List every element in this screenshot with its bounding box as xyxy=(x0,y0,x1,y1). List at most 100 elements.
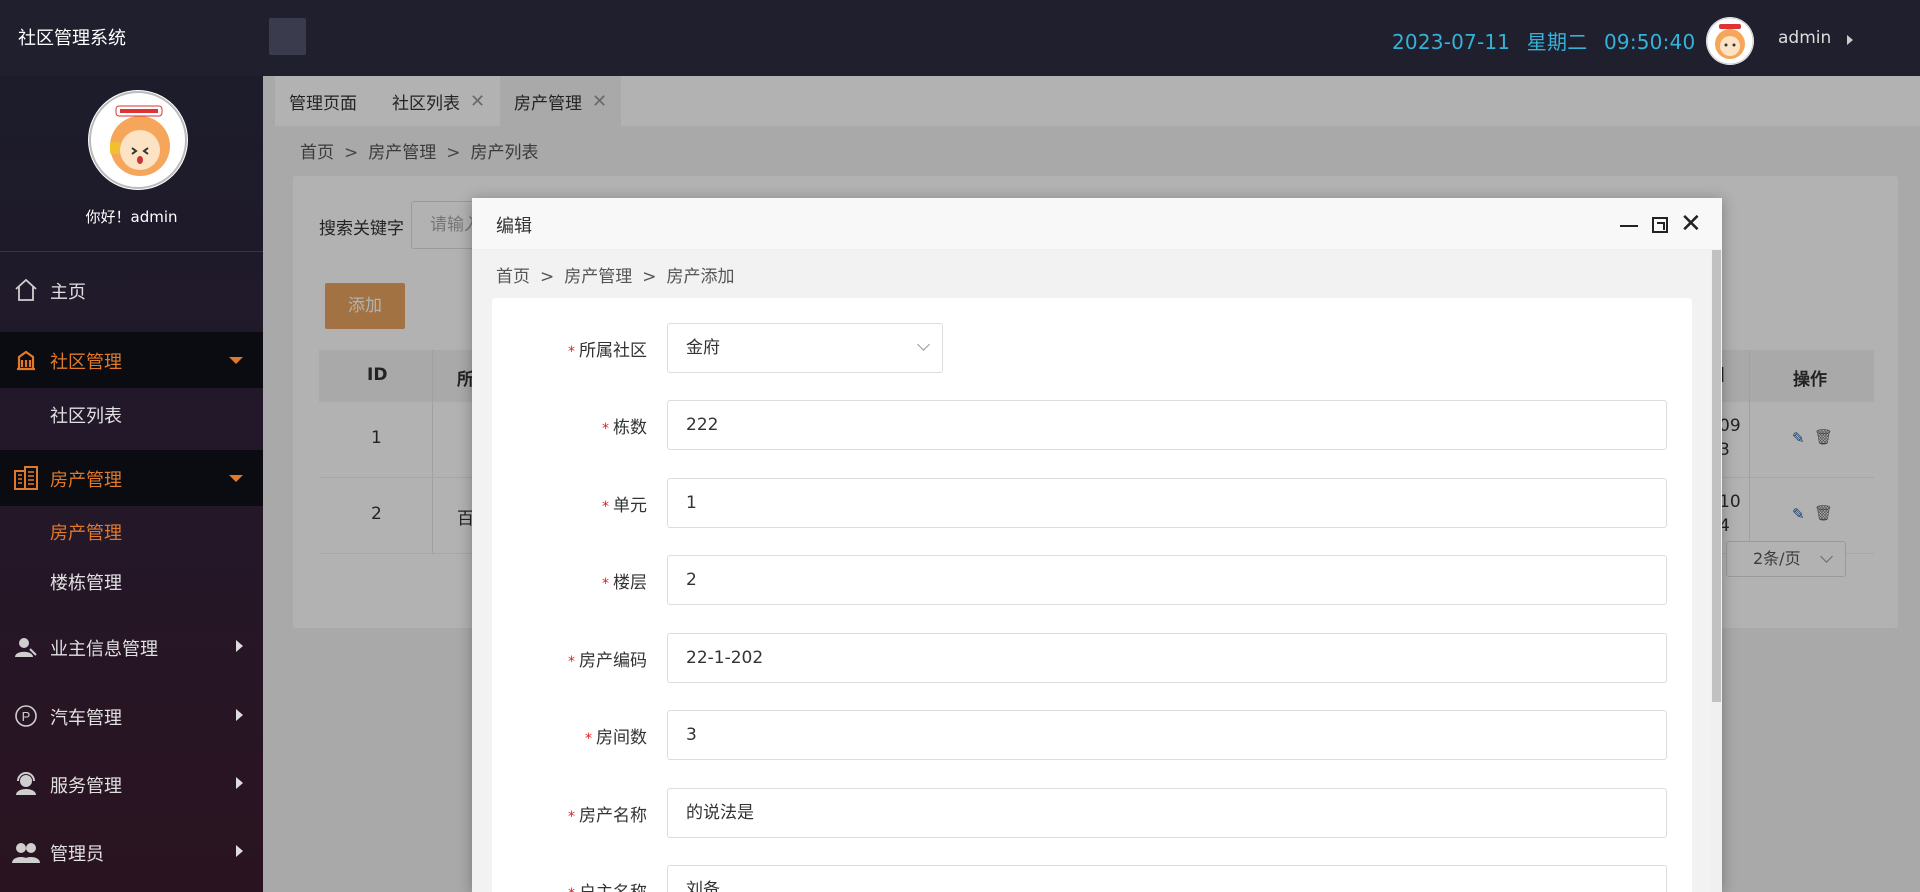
chevron-right-icon xyxy=(236,845,243,857)
sidebar-item-owner-management[interactable]: 业主信息管理 xyxy=(0,619,263,675)
breadcrumb-separator: > xyxy=(642,267,657,287)
form-label: * 户主名称 xyxy=(568,878,647,892)
required-mark: * xyxy=(568,886,575,892)
sidebar-divider xyxy=(0,251,263,252)
sidebar-item-label: 业主信息管理 xyxy=(50,639,158,660)
chevron-down-icon xyxy=(917,338,930,351)
building-number-field[interactable]: 222 xyxy=(667,400,1667,450)
menu-toggle-button[interactable] xyxy=(269,18,306,55)
form-row-owner-name: * 户主名称 刘备 xyxy=(492,865,1692,892)
dialog-header: 编辑 ✕ xyxy=(472,198,1722,250)
form-label: * 房产名称 xyxy=(568,801,647,826)
owner-name-field[interactable]: 刘备 xyxy=(667,865,1667,892)
required-mark: * xyxy=(602,499,609,515)
form-label-text: 楼层 xyxy=(613,573,647,593)
form-row-unit: * 单元 1 xyxy=(492,478,1692,528)
sidebar-subitem-property-management[interactable]: 房产管理 xyxy=(0,506,263,556)
chevron-right-icon xyxy=(236,777,243,789)
chevron-right-icon xyxy=(236,640,243,652)
top-bar: 社区管理系统 2023-07-11 星期二 09:50:40 admin xyxy=(0,0,1920,76)
breadcrumb-page: 房产添加 xyxy=(666,267,735,287)
dialog-body: 首页 > 房产管理 > 房产添加 * 所属社区 金府 * 栋数 222 * 单元 1 * 楼层 … xyxy=(472,250,1722,892)
user-avatar[interactable] xyxy=(1706,17,1754,65)
community-select[interactable]: 金府 xyxy=(667,323,943,373)
chevron-down-icon xyxy=(229,357,243,364)
users-icon xyxy=(12,838,40,866)
avatar-cartoon-icon xyxy=(1706,17,1754,65)
minimize-icon[interactable] xyxy=(1620,225,1638,227)
building-icon xyxy=(12,346,40,374)
sidebar-item-service-management[interactable]: 服务管理 xyxy=(0,756,263,812)
sidebar-item-community-management[interactable]: 社区管理 xyxy=(0,332,263,388)
home-icon xyxy=(12,276,40,304)
form-row-floor: * 楼层 2 xyxy=(492,555,1692,605)
sidebar-subitem-building-management[interactable]: 楼栋管理 xyxy=(0,556,263,606)
form-label: * 楼层 xyxy=(602,568,647,593)
form-row-building: * 栋数 222 xyxy=(492,400,1692,450)
sidebar-subitem-community-list[interactable]: 社区列表 xyxy=(0,389,263,439)
required-mark: * xyxy=(585,731,592,747)
sidebar-item-property-management[interactable]: 房产管理 xyxy=(0,450,263,506)
floor-field[interactable]: 2 xyxy=(667,555,1667,605)
property-name-field[interactable]: 的说法是 xyxy=(667,788,1667,838)
breadcrumb-section[interactable]: 房产管理 xyxy=(564,267,632,287)
parking-icon: P xyxy=(12,702,40,730)
sidebar-item-administrators[interactable]: 管理员 xyxy=(0,824,263,880)
unit-field[interactable]: 1 xyxy=(667,478,1667,528)
breadcrumb-separator: > xyxy=(540,267,555,287)
sidebar-item-home[interactable]: 主页 xyxy=(0,262,263,318)
dialog-title: 编辑 xyxy=(496,216,532,237)
required-mark: * xyxy=(568,654,575,670)
time-text: 09:50:40 xyxy=(1603,30,1696,54)
form-label-text: 房产名称 xyxy=(579,806,647,826)
edit-dialog: 编辑 ✕ 首页 > 房产管理 > 房产添加 * 所属社区 金府 * 栋数 222 * 单元 1 xyxy=(472,198,1722,892)
sidebar-item-label: 主页 xyxy=(50,282,86,303)
sidebar-greeting: 你好！admin xyxy=(85,208,178,226)
form-label-text: 户主名称 xyxy=(579,883,647,892)
sidebar-item-label: 社区管理 xyxy=(50,352,122,373)
form-label-text: 房间数 xyxy=(596,728,647,748)
svg-text:P: P xyxy=(22,709,31,724)
scrollbar-thumb[interactable] xyxy=(1712,250,1721,702)
sidebar-item-label: 管理员 xyxy=(50,844,104,865)
sidebar-item-car-management[interactable]: P 汽车管理 xyxy=(0,688,263,744)
form-label-text: 所属社区 xyxy=(579,341,647,361)
form-row-community: * 所属社区 金府 xyxy=(492,323,1692,373)
community-select-value: 金府 xyxy=(686,338,720,358)
form-label: * 栋数 xyxy=(602,413,647,438)
sidebar-item-label: 服务管理 xyxy=(50,776,122,797)
maximize-icon[interactable] xyxy=(1652,217,1668,233)
form-row-property-name: * 房产名称 的说法是 xyxy=(492,788,1692,838)
property-code-field[interactable]: 22-1-202 xyxy=(667,633,1667,683)
form-label: * 房产编码 xyxy=(568,646,647,671)
required-mark: * xyxy=(602,421,609,437)
sidebar-item-label: 房产管理 xyxy=(50,523,122,544)
apartment-icon xyxy=(12,464,40,492)
sidebar-item-label: 汽车管理 xyxy=(50,708,122,729)
user-menu-caret-icon[interactable] xyxy=(1847,35,1853,45)
breadcrumb-home[interactable]: 首页 xyxy=(496,267,530,287)
required-mark: * xyxy=(602,576,609,592)
datetime-display: 2023-07-11 星期二 09:50:40 xyxy=(1392,26,1705,55)
form-label: * 单元 xyxy=(602,491,647,516)
chevron-right-icon xyxy=(236,709,243,721)
user-icon xyxy=(12,633,40,661)
sidebar-item-label: 楼栋管理 xyxy=(50,573,122,594)
user-name[interactable]: admin xyxy=(1778,28,1831,48)
form-label: * 所属社区 xyxy=(568,336,647,361)
dialog-scrollbar[interactable] xyxy=(1711,250,1722,892)
sidebar-item-label: 房产管理 xyxy=(50,470,122,491)
required-mark: * xyxy=(568,809,575,825)
room-count-field[interactable]: 3 xyxy=(667,710,1667,760)
required-mark: * xyxy=(568,344,575,360)
form-label: * 房间数 xyxy=(585,723,647,748)
close-icon[interactable]: ✕ xyxy=(1680,210,1702,238)
chevron-down-icon xyxy=(229,475,243,482)
sidebar-item-label: 社区列表 xyxy=(50,406,122,427)
dialog-breadcrumb: 首页 > 房产管理 > 房产添加 xyxy=(496,262,735,287)
property-form: * 所属社区 金府 * 栋数 222 * 单元 1 * 楼层 2 * 房产编码 22-1-… xyxy=(492,298,1692,892)
sidebar: 你好！admin 主页 社区管理 社区列表 房产管理 房产管理 楼栋管理 业主信… xyxy=(0,76,263,892)
sidebar-avatar xyxy=(88,90,188,190)
app-title: 社区管理系统 xyxy=(18,28,126,49)
weekday-text: 星期二 xyxy=(1526,30,1588,54)
